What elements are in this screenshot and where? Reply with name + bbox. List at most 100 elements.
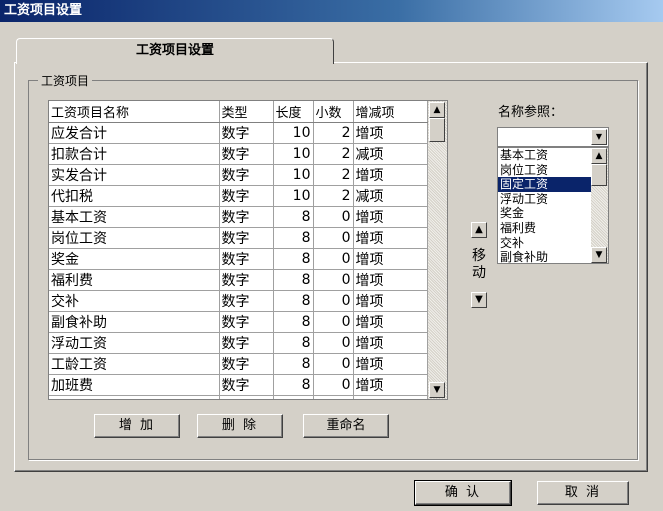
add-button[interactable]: 增 加	[94, 414, 180, 438]
cell-decimals: 2	[313, 143, 354, 165]
scroll-thumb[interactable]	[429, 118, 445, 142]
delete-button[interactable]: 删 除	[197, 414, 283, 438]
column-header-add-deduct: 增减项	[353, 101, 428, 123]
cell-type: 数字	[219, 290, 274, 312]
salary-items-table[interactable]: 工资项目名称 类型 长度 小数 增减项 应发合计 数字 10 2 增项 扣款合计 数字 10 2…	[48, 100, 428, 400]
reference-scroll-up-button[interactable]: ▲	[591, 148, 607, 164]
rename-button[interactable]: 重命名	[303, 414, 389, 438]
cell-type: 数字	[219, 395, 274, 399]
cell-add-deduct: 增项	[353, 227, 428, 249]
chevron-down-icon[interactable]: ▼	[591, 129, 607, 145]
cell-decimals: 0	[313, 248, 354, 270]
reference-list-item[interactable]: 福利费	[498, 221, 592, 236]
ok-button[interactable]: 确 认	[414, 480, 512, 506]
table-row[interactable]: 扣款合计 数字 10 2 减项	[49, 143, 428, 165]
table-row[interactable]: 浮动工资 数字 8 0 增项	[49, 332, 428, 354]
cell-type: 数字	[219, 248, 274, 270]
cell-name: 病假扣款	[49, 395, 220, 399]
cell-add-deduct: 增项	[353, 248, 428, 270]
table-row[interactable]: 基本工资 数字 8 0 增项	[49, 206, 428, 228]
cell-decimals: 0	[313, 269, 354, 291]
table-row[interactable]: 福利费 数字 8 0 增项	[49, 269, 428, 291]
cell-decimals: 0	[313, 374, 354, 396]
reference-list-item[interactable]: 副食补助	[498, 250, 592, 263]
reference-list-item[interactable]: 基本工资	[498, 148, 592, 163]
cell-add-deduct: 增项	[353, 353, 428, 375]
table-header-row: 工资项目名称 类型 长度 小数 增减项	[49, 101, 428, 123]
cell-length: 8	[273, 248, 314, 270]
cell-name: 浮动工资	[49, 332, 220, 354]
cell-add-deduct: 增项	[353, 311, 428, 333]
cancel-button[interactable]: 取 消	[537, 481, 629, 505]
cell-length: 8	[273, 290, 314, 312]
cell-add-deduct: 增项	[353, 374, 428, 396]
cell-add-deduct: 增项	[353, 206, 428, 228]
cell-name: 代扣税	[49, 185, 220, 207]
cell-name: 福利费	[49, 269, 220, 291]
reference-combo[interactable]: ▼	[497, 127, 609, 147]
cell-name: 交补	[49, 290, 220, 312]
reference-list-item[interactable]: 固定工资	[498, 177, 592, 192]
reference-list-scrollbar[interactable]: ▲ ▼	[591, 148, 608, 263]
cell-add-deduct: 减项	[353, 185, 428, 207]
cell-name: 岗位工资	[49, 227, 220, 249]
cell-decimals: 0	[313, 227, 354, 249]
scroll-down-button[interactable]: ▼	[429, 382, 445, 398]
cell-decimals: 0	[313, 290, 354, 312]
cell-type: 数字	[219, 122, 274, 144]
cell-decimals: 2	[313, 185, 354, 207]
cell-decimals: 0	[313, 311, 354, 333]
tab-label: 工资项目设置	[135, 43, 214, 58]
cell-decimals: 2	[313, 164, 354, 186]
table-row[interactable]: 岗位工资 数字 8 0 增项	[49, 227, 428, 249]
cell-add-deduct: 增项	[353, 269, 428, 291]
reference-list-item[interactable]: 浮动工资	[498, 192, 592, 207]
column-header-name: 工资项目名称	[49, 101, 220, 123]
table-row[interactable]: 工龄工资 数字 8 0 增项	[49, 353, 428, 375]
cell-length: 8	[273, 227, 314, 249]
reference-list-item[interactable]: 岗位工资	[498, 163, 592, 178]
cell-decimals: 0	[313, 332, 354, 354]
tab-salary-item-settings[interactable]: 工资项目设置	[16, 38, 334, 66]
cell-name: 副食补助	[49, 311, 220, 333]
table-row[interactable]: 应发合计 数字 10 2 增项	[49, 122, 428, 144]
cell-add-deduct: 增项	[353, 290, 428, 312]
scroll-up-button[interactable]: ▲	[429, 102, 445, 118]
table-row[interactable]: 实发合计 数字 10 2 增项	[49, 164, 428, 186]
reference-list-item[interactable]: 奖金	[498, 206, 592, 221]
cell-type: 数字	[219, 143, 274, 165]
table-row[interactable]: 病假扣款数字80减项	[49, 395, 428, 399]
window-title: 工资项目设置	[0, 0, 663, 22]
table-row[interactable]: 交补 数字 8 0 增项	[49, 290, 428, 312]
cell-type: 数字	[219, 269, 274, 291]
table-row[interactable]: 加班费 数字 8 0 增项	[49, 374, 428, 396]
cell-length: 8	[273, 332, 314, 354]
reference-list[interactable]: 基本工资 岗位工资 固定工资 浮动工资 奖金 福利费 交补 副食补助 ▲ ▼	[497, 147, 609, 264]
column-header-decimals: 小数	[313, 101, 354, 123]
cell-type: 数字	[219, 311, 274, 333]
cell-name: 实发合计	[49, 164, 220, 186]
table-row[interactable]: 奖金 数字 8 0 增项	[49, 248, 428, 270]
table-scrollbar[interactable]: ▲ ▼	[428, 100, 448, 400]
reference-scroll-down-button[interactable]: ▼	[591, 247, 607, 263]
reference-list-item[interactable]: 交补	[498, 236, 592, 251]
cell-name: 应发合计	[49, 122, 220, 144]
cell-name: 工龄工资	[49, 353, 220, 375]
table-row[interactable]: 副食补助 数字 8 0 增项	[49, 311, 428, 333]
column-header-type: 类型	[219, 101, 274, 123]
cell-length: 8	[273, 206, 314, 228]
cell-type: 数字	[219, 206, 274, 228]
cell-length: 10	[273, 164, 314, 186]
cell-add-deduct: 增项	[353, 332, 428, 354]
cell-add-deduct: 增项	[353, 164, 428, 186]
move-down-button[interactable]: ▼	[471, 292, 487, 308]
cell-add-deduct: 增项	[353, 122, 428, 144]
move-up-button[interactable]: ▲	[471, 222, 487, 238]
cell-add-deduct: 减项	[353, 395, 428, 399]
cell-add-deduct: 减项	[353, 143, 428, 165]
cell-type: 数字	[219, 332, 274, 354]
table-row[interactable]: 代扣税 数字 10 2 减项	[49, 185, 428, 207]
cell-length: 8	[273, 374, 314, 396]
cell-type: 数字	[219, 227, 274, 249]
reference-scroll-thumb[interactable]	[591, 164, 607, 186]
